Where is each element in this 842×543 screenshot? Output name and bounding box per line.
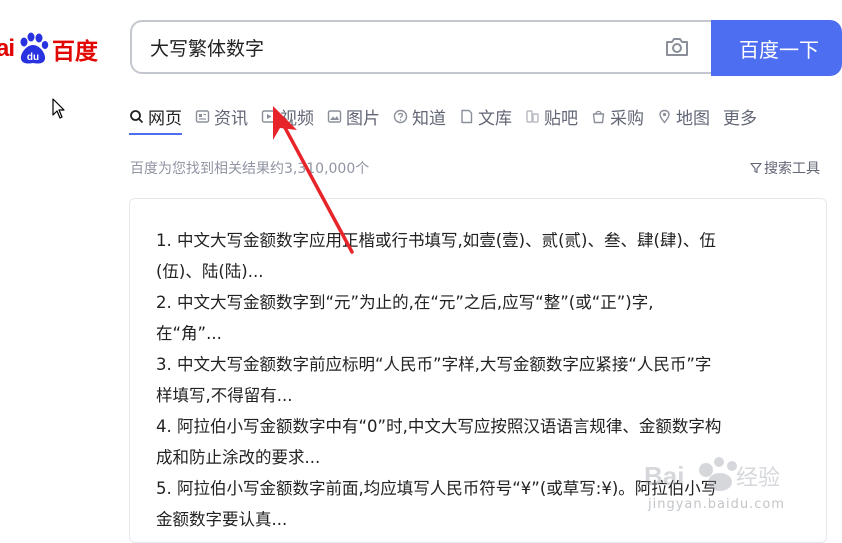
tab-news[interactable]: 资讯 [195,103,248,129]
result-count: 百度为您找到相关结果约3,310,000个 [130,161,370,177]
tab-label: 贴吧 [544,108,578,129]
tab-purchase[interactable]: 采购 [591,103,644,129]
snippet-line: 2. 中文大写金额数字到“元”为止的,在“元”之后,应写“整”(或“正”)字, [156,293,654,312]
tab-label: 更多 [723,108,757,129]
shopping-icon [592,110,605,123]
tab-images[interactable]: 图片 [327,103,380,129]
tab-web[interactable]: 网页 [129,103,182,135]
snippet-line: 样填写,不得留有... [156,386,293,405]
tab-map[interactable]: 地图 [657,103,710,129]
snippet-line: 在“角”... [156,324,222,343]
search-tools-button[interactable]: 搜索工具 [750,158,820,178]
tab-label: 采购 [610,108,644,129]
baidu-logo[interactable]: ai du 百度 [0,26,98,72]
tab-more[interactable]: 更多 [723,103,757,129]
tab-video[interactable]: 视频 [261,103,314,129]
tab-label: 网页 [148,108,182,129]
paw-text: du [27,52,39,63]
svg-text:经验: 经验 [736,466,780,491]
tab-label: 文库 [478,108,512,129]
search-box [130,20,711,74]
video-icon [261,109,276,123]
snippet-line: 3. 中文大写金额数字前应标明“人民币”字样,大写金额数字应紧接“人民币”字 [156,355,712,374]
filter-icon [750,162,762,174]
tab-label: 知道 [412,108,446,129]
logo-chinese: 百度 [52,39,99,65]
tab-zhidao[interactable]: 知道 [393,103,446,129]
tab-label: 视频 [280,108,314,129]
camera-icon[interactable] [663,33,691,61]
image-icon [327,109,342,123]
paw-icon: du [20,32,49,64]
news-icon [195,109,210,123]
tab-label: 地图 [676,108,710,129]
map-icon [659,109,670,124]
tieba-icon [526,109,539,123]
svg-text:Bai: Bai [644,461,684,491]
tab-wenku[interactable]: 文库 [459,103,512,129]
document-icon [461,109,473,123]
tab-tieba[interactable]: 贴吧 [525,103,578,129]
snippet-line: (伍)、陆(陆)... [156,262,264,281]
search-icon [130,109,144,123]
tab-label: 图片 [346,108,380,129]
watermark-url: jingyan.baidu.com [648,497,785,512]
search-tools-label: 搜索工具 [764,161,820,177]
search-button[interactable]: 百度一下 [711,20,842,76]
search-input[interactable] [132,35,663,59]
question-icon [393,109,408,123]
tab-label: 资讯 [214,108,248,129]
search-tabs: 网页 资讯 视频 图片 知道 文库 贴吧 采购 地图 更多 [129,103,770,135]
mouse-cursor-icon [52,98,65,119]
snippet-line: 1. 中文大写金额数字应用正楷或行书填写,如壹(壹)、贰(贰)、叁、肆(肆)、伍 [156,231,716,250]
logo-latin: ai [0,35,15,62]
snippet-line: 4. 阿拉伯小写金额数字中有“0”时,中文大写应按照汉语语言规律、金额数字构 [156,417,722,436]
